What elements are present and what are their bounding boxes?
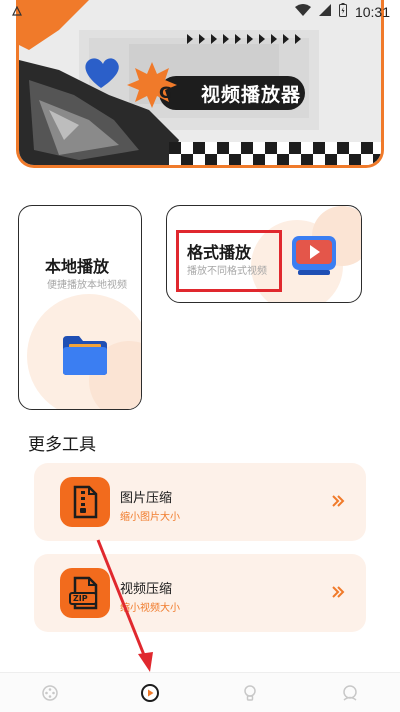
- lightbulb-icon: [244, 684, 256, 701]
- nav-play[interactable]: [138, 681, 162, 705]
- zip-label: ZIP: [73, 594, 88, 603]
- video-compress-title: 视频压缩: [120, 582, 173, 597]
- image-compress-title: 图片压缩: [120, 491, 173, 506]
- local-playback-subtitle: 便捷播放本地视频: [47, 280, 127, 291]
- film-reel-icon: [42, 684, 58, 701]
- video-compress-row[interactable]: ZIP 视频压缩 缩小视频大小: [34, 554, 366, 632]
- annotation-highlight-box: [176, 230, 282, 292]
- chevron-right-icon: [330, 493, 346, 509]
- nav-profile[interactable]: [338, 681, 362, 705]
- banner-title: 视频播放器: [201, 84, 302, 106]
- image-compress-row[interactable]: 图片压缩 缩小图片大小: [34, 463, 366, 541]
- zip-archive-icon: ZIP: [60, 568, 110, 618]
- wifi-icon: [294, 4, 311, 20]
- status-bar: 10:31: [0, 0, 400, 24]
- video-compress-subtitle: 缩小视频大小: [120, 603, 180, 614]
- app-notification-icon: [12, 5, 22, 20]
- more-tools-title: 更多工具: [28, 435, 96, 455]
- signal-icon: [318, 4, 331, 20]
- play-icon: [141, 683, 159, 702]
- video-player-icon: [290, 234, 338, 282]
- profile-icon: [343, 684, 357, 701]
- banner: G 视频播放器: [16, 0, 384, 168]
- folder-icon: [61, 334, 109, 380]
- battery-icon: [338, 3, 347, 21]
- image-compress-subtitle: 缩小图片大小: [120, 512, 180, 523]
- zip-file-icon: [60, 477, 110, 527]
- status-time: 10:31: [354, 4, 390, 20]
- nav-film-reel[interactable]: [38, 681, 62, 705]
- local-playback-title: 本地播放: [45, 257, 110, 276]
- nav-lightbulb[interactable]: [238, 681, 262, 705]
- bottom-nav: [0, 672, 400, 712]
- chevron-right-icon: [330, 584, 346, 600]
- local-playback-card[interactable]: 本地播放 便捷播放本地视频: [18, 205, 142, 410]
- banner-badge-letter: G: [159, 83, 173, 102]
